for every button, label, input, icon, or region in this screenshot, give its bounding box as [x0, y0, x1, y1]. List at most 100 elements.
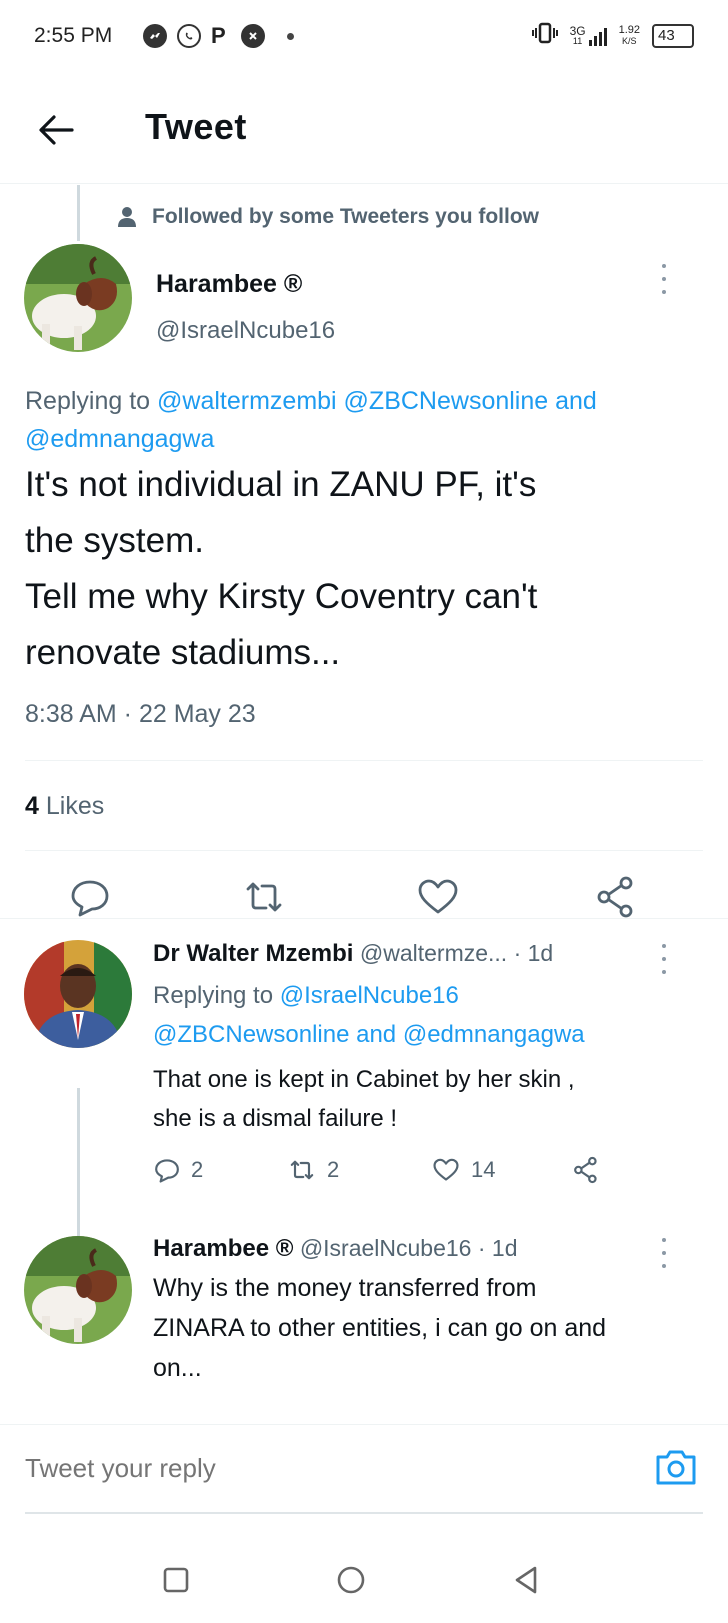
- goat-avatar-image: [24, 244, 132, 352]
- replying-to-cont: @ZBCNewsonline and @edmnangagwa: [153, 1015, 585, 1055]
- like-button[interactable]: [416, 875, 460, 919]
- signal-indicator: 3G 11: [570, 25, 607, 46]
- avatar[interactable]: [24, 940, 132, 1048]
- triangle-back-icon: [515, 1566, 537, 1594]
- mention-link[interactable]: @waltermzembi @ZBCNewsonline: [157, 387, 548, 415]
- heart-icon: [418, 879, 458, 914]
- reply-header: Dr Walter Mzembi @waltermze... · 1d: [153, 940, 553, 968]
- tweet-text-line: renovate stadiums...: [25, 633, 341, 672]
- shield-icon: [241, 24, 265, 48]
- mention-link[interactable]: @ZBCNewsonline: [153, 1021, 349, 1048]
- reply-actions: 2 2 14: [153, 1156, 601, 1184]
- likes-number: 4: [25, 792, 39, 820]
- status-time: 2:55 PM: [34, 24, 113, 47]
- reply-text-line: Why is the money transferred from: [153, 1274, 537, 1302]
- share-icon: [574, 1156, 597, 1184]
- mention-link[interactable]: @edmnangagwa: [25, 425, 214, 453]
- system-indicators: 3G 11 1.92 K/S 43: [531, 22, 694, 49]
- status-bar: 2:55 PM P 3G 11 1.92 K/S 43: [0, 0, 728, 72]
- reply-text-line: on...: [153, 1354, 202, 1376]
- tweet-body: It's not individual in ZANU PF, it's the…: [25, 457, 705, 681]
- reply-more-button[interactable]: [660, 1238, 668, 1268]
- composer-underline: [25, 1512, 703, 1514]
- tweet-more-button[interactable]: [660, 264, 668, 294]
- person-avatar-image: [24, 940, 132, 1048]
- reply-like-button[interactable]: 14: [431, 1156, 571, 1184]
- reply-retweet-button[interactable]: 2: [287, 1156, 431, 1184]
- retweet-icon: [290, 1160, 314, 1180]
- likes-label: Likes: [45, 792, 105, 820]
- social-context: Followed by some Tweeters you follow: [118, 205, 539, 229]
- reply-share-button[interactable]: [571, 1156, 601, 1184]
- whatsapp-icon: [177, 24, 201, 48]
- reply-handle-time[interactable]: @IsraelNcube16 · 1d: [300, 1235, 518, 1261]
- signal-bars-icon: [588, 28, 607, 46]
- data-speed: 1.92 K/S: [618, 23, 640, 47]
- top-app-bar: Tweet: [0, 72, 728, 184]
- replying-to: Replying to @IsraelNcube16: [153, 976, 459, 1016]
- camera-button[interactable]: [654, 1447, 698, 1487]
- replying-to: Replying to @waltermzembi @ZBCNewsonline…: [25, 382, 705, 458]
- reply-text-line: ZINARA to other entities, i can go on an…: [153, 1314, 607, 1342]
- likes-count[interactable]: 4 Likes: [25, 792, 104, 821]
- system-nav-bar: [0, 1540, 728, 1623]
- mention-link[interactable]: @IsraelNcube16: [280, 982, 459, 1009]
- like-count: 14: [471, 1157, 496, 1182]
- tweet-text-line: the system.: [25, 521, 204, 560]
- square-icon: [163, 1567, 189, 1593]
- speech-bubble-icon: [155, 1159, 179, 1183]
- back-nav-button[interactable]: [506, 1560, 546, 1600]
- replying-prefix: Replying to: [25, 387, 151, 415]
- replying-prefix: Replying to: [153, 982, 274, 1009]
- share-icon: [597, 876, 633, 918]
- replying-and[interactable]: and: [356, 1021, 396, 1048]
- speed-value: 1.92: [618, 23, 640, 36]
- retweet-count: 2: [327, 1157, 340, 1182]
- heart-icon: [433, 1158, 459, 1181]
- circle-icon: [337, 1566, 365, 1594]
- author-handle[interactable]: @IsraelNcube16: [156, 317, 335, 345]
- recents-button[interactable]: [156, 1560, 196, 1600]
- p-app-icon: P: [211, 23, 226, 48]
- reply-author-name[interactable]: Dr Walter Mzembi: [153, 940, 353, 967]
- reply-reply-button[interactable]: 2: [153, 1156, 287, 1184]
- divider: [25, 850, 703, 851]
- thread-connector: [77, 185, 80, 241]
- avatar[interactable]: [24, 244, 132, 352]
- back-button[interactable]: [36, 112, 76, 148]
- page-title: Tweet: [145, 106, 247, 147]
- tweet-timestamp[interactable]: 8:38 AM · 22 May 23: [25, 700, 256, 729]
- vibrate-icon: [531, 22, 558, 49]
- social-context-text: Followed by some Tweeters you follow: [152, 205, 540, 228]
- replying-and[interactable]: and: [555, 387, 597, 415]
- retweet-icon: [246, 882, 282, 912]
- reply-more-button[interactable]: [660, 944, 668, 974]
- reply-header: Harambee ® @IsraelNcube16 · 1d: [153, 1235, 518, 1263]
- retweet-button[interactable]: [242, 875, 286, 919]
- reply-composer: [0, 1424, 728, 1514]
- reply-author-name[interactable]: Harambee ®: [153, 1235, 293, 1262]
- tweet-text-line: It's not individual in ZANU PF, it's: [25, 465, 537, 504]
- author-name[interactable]: Harambee ®: [156, 270, 302, 299]
- section-divider: [0, 918, 728, 919]
- tweet-text-line: Tell me why Kirsty Coventry can't: [25, 577, 538, 616]
- reply-handle-time[interactable]: @waltermze... · 1d: [360, 940, 553, 966]
- divider: [25, 760, 703, 761]
- reply-input[interactable]: [25, 1453, 585, 1484]
- avatar[interactable]: [24, 1236, 132, 1344]
- share-button[interactable]: [594, 875, 638, 919]
- mention-link[interactable]: @edmnangagwa: [403, 1021, 585, 1048]
- battery-indicator: 43: [652, 23, 694, 48]
- tweet-actions: [0, 875, 728, 935]
- home-button[interactable]: [331, 1560, 371, 1600]
- speech-bubble-icon: [71, 880, 109, 917]
- reply-text-line: That one is kept in Cabinet by her skin …: [153, 1066, 575, 1093]
- goat-avatar-image: [24, 1236, 132, 1344]
- reply-text-line: she is a dismal failure !: [153, 1105, 398, 1132]
- camera-icon: [656, 1450, 696, 1485]
- more-notifications-dot: [287, 32, 294, 40]
- network-sub: 11: [572, 36, 583, 46]
- person-icon: [118, 207, 136, 227]
- reply-button[interactable]: [68, 875, 112, 919]
- notification-icons: P: [143, 23, 294, 49]
